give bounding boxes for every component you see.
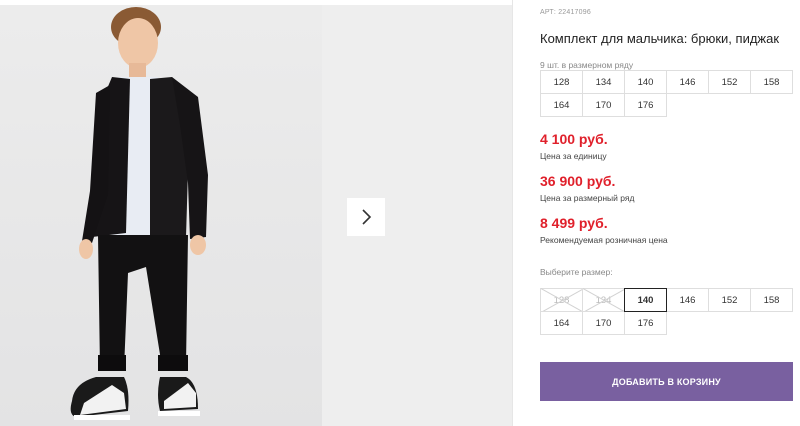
size-picker-row: 164 170 176 (540, 311, 796, 335)
set-sizes-label: 9 шт. в размерном ряду (540, 60, 634, 70)
size-option-152[interactable]: 152 (708, 288, 751, 312)
set-size-cell: 158 (750, 70, 793, 94)
set-size-cell: 146 (666, 70, 709, 94)
panel-divider (512, 0, 513, 426)
product-info: АРТ: 22417096 Комплект для мальчика: брю… (540, 0, 796, 426)
set-size-cell: 128 (540, 70, 583, 94)
unit-price: 4 100 руб. (540, 131, 608, 147)
set-price: 36 900 руб. (540, 173, 616, 189)
retail-price-label: Рекомендуемая розничная цена (540, 235, 668, 245)
set-size-cell: 170 (582, 93, 625, 117)
size-option-134: 134 (582, 288, 625, 312)
size-option-176[interactable]: 176 (624, 311, 667, 335)
product-title: Комплект для мальчика: брюки, пиджак (540, 31, 780, 46)
add-to-cart-button[interactable]: ДОБАВИТЬ В КОРЗИНУ (540, 362, 793, 401)
set-size-cell: 152 (708, 70, 751, 94)
chevron-right-icon (362, 209, 372, 225)
size-option-158[interactable]: 158 (750, 288, 793, 312)
size-option-146[interactable]: 146 (666, 288, 709, 312)
set-sizes-row: 164 170 176 (540, 93, 796, 117)
unit-price-label: Цена за единицу (540, 151, 607, 161)
size-option-170[interactable]: 170 (582, 311, 625, 335)
set-sizes-row: 128 134 140 146 152 158 (540, 70, 796, 94)
set-sizes-grid: 128 134 140 146 152 158 164 170 176 (540, 70, 796, 117)
set-size-cell: 140 (624, 70, 667, 94)
set-size-cell: 164 (540, 93, 583, 117)
size-picker: 128 134 140 146 152 158 164 170 176 (540, 288, 796, 335)
gallery-next-button[interactable] (347, 198, 385, 236)
product-gallery (0, 0, 512, 426)
retail-price: 8 499 руб. (540, 215, 608, 231)
article-number: АРТ: 22417096 (540, 9, 591, 16)
size-picker-label: Выберите размер: (540, 267, 613, 277)
set-size-cell: 176 (624, 93, 667, 117)
boy-in-suit-image (70, 7, 208, 420)
set-price-label: Цена за размерный ряд (540, 193, 635, 203)
size-option-128: 128 (540, 288, 583, 312)
size-option-140[interactable]: 140 (624, 288, 667, 312)
set-size-cell: 134 (582, 70, 625, 94)
size-picker-row: 128 134 140 146 152 158 (540, 288, 796, 312)
product-photo[interactable] (0, 5, 322, 426)
size-option-164[interactable]: 164 (540, 311, 583, 335)
